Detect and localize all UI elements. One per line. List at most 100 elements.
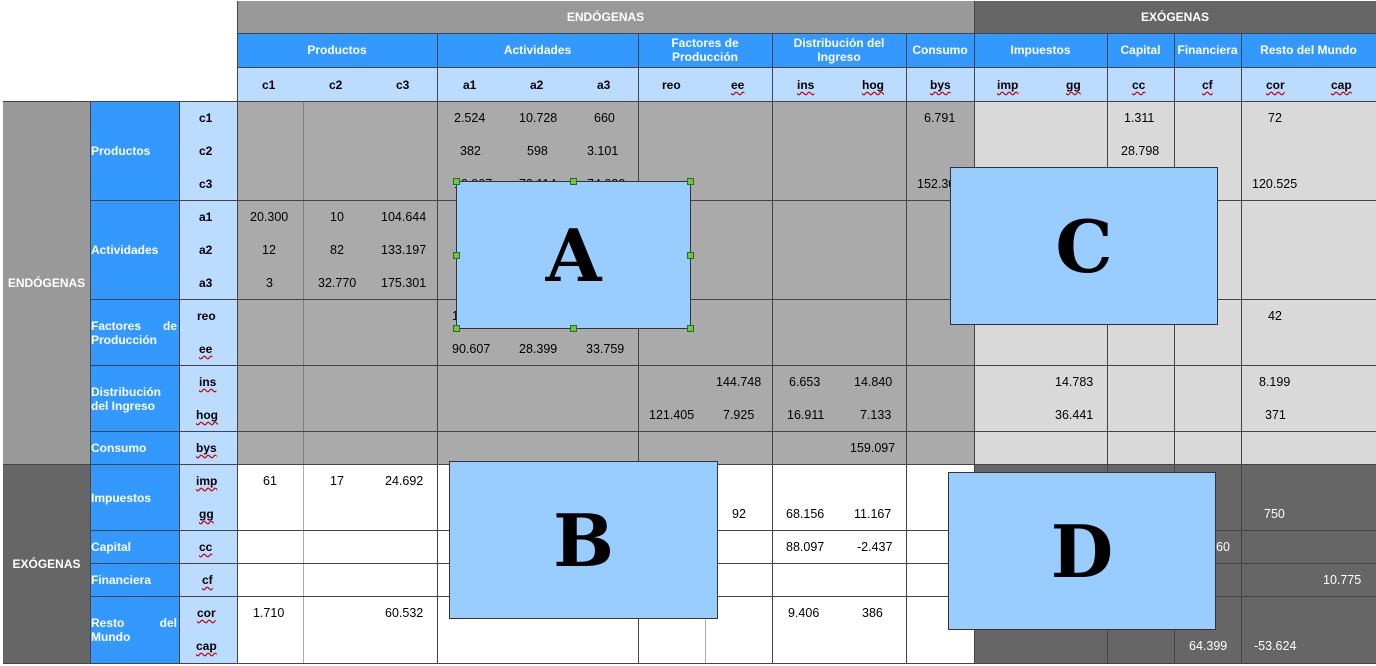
- cell-value: 7.925: [723, 408, 755, 422]
- cell-value: 121.405: [649, 408, 695, 422]
- cell-value: 7.133: [860, 408, 892, 422]
- cell-value: 10.728: [519, 111, 558, 125]
- col-code: ins: [797, 78, 815, 92]
- cell-value: 382: [460, 144, 481, 158]
- cell-value: 42: [1268, 309, 1282, 323]
- cell-value: 371: [1265, 408, 1286, 422]
- cell-value: 386: [862, 606, 883, 620]
- row-code: c1: [199, 111, 213, 125]
- cell-value: 6.653: [789, 375, 821, 389]
- col-code: ee: [731, 78, 745, 92]
- cell-value: 133.197: [381, 243, 427, 257]
- cell-value: 10.775: [1323, 573, 1362, 587]
- row-code: a2: [199, 243, 213, 257]
- row-code: bys: [196, 441, 217, 455]
- cell-value: 2.524: [454, 111, 486, 125]
- row-side-endogenas: ENDÓGENAS: [7, 275, 86, 290]
- cell-value: 104.644: [381, 210, 427, 224]
- row-code: cap: [196, 639, 217, 653]
- col-code: a2: [530, 78, 544, 92]
- resize-handle[interactable]: [453, 325, 460, 332]
- cell-value: 14.840: [854, 375, 893, 389]
- col-group-actividades: Actividades: [503, 43, 572, 57]
- resize-handle[interactable]: [687, 325, 694, 332]
- col-code: cc: [1132, 78, 1146, 92]
- cell-value: 33.759: [586, 342, 625, 356]
- cell-value: 90.607: [452, 342, 491, 356]
- col-code: gg: [1066, 78, 1081, 92]
- row-side-exogenas: EXÓGENAS: [12, 557, 81, 571]
- row-code: hog: [196, 408, 218, 422]
- col-code: cor: [1266, 78, 1285, 92]
- cell-value: 16.911: [787, 408, 825, 422]
- row-group-productos: Productos: [91, 144, 151, 158]
- header-exogenas: EXÓGENAS: [1140, 10, 1209, 24]
- col-group-consumo: Consumo: [912, 43, 968, 57]
- overlay-box-d[interactable]: D: [948, 472, 1216, 630]
- col-code: a3: [597, 78, 611, 92]
- cell-value: 14.783: [1055, 375, 1094, 389]
- overlay-box-b[interactable]: B: [449, 461, 718, 619]
- cell-value: 660: [594, 111, 615, 125]
- resize-handle[interactable]: [570, 325, 577, 332]
- col-group-productos: Productos: [307, 43, 367, 57]
- overlay-label-c: C: [1055, 203, 1113, 289]
- resize-handle[interactable]: [687, 178, 694, 185]
- cell-value: 3.101: [587, 144, 619, 158]
- header-endogenas: ENDÓGENAS: [566, 10, 645, 24]
- col-group-impuestos: Impuestos: [1010, 43, 1071, 57]
- row-code: cor: [197, 606, 216, 620]
- overlay-box-a[interactable]: A: [456, 181, 691, 329]
- col-code: imp: [997, 78, 1019, 92]
- cell-value: 159.097: [850, 441, 896, 455]
- cell-value: -2.437: [857, 540, 893, 554]
- cell-value: 60: [1216, 540, 1230, 554]
- cell-value: 175.301: [381, 276, 427, 290]
- row-code: a1: [199, 210, 213, 224]
- cell-value: 72: [1268, 111, 1282, 125]
- cell-value: 11.167: [854, 507, 892, 521]
- row-group-capital: Capital: [91, 540, 132, 554]
- col-group-resto: Resto del Mundo: [1260, 43, 1357, 57]
- resize-handle[interactable]: [453, 178, 460, 185]
- cell-value: 88.097: [786, 540, 825, 554]
- col-code: a1: [463, 78, 477, 92]
- cell-value: 144.748: [716, 375, 762, 389]
- col-code: hog: [862, 78, 884, 92]
- cell-value: 28.798: [1121, 144, 1160, 158]
- row-group-impuestos: Impuestos: [91, 491, 152, 505]
- col-code: c3: [396, 78, 410, 92]
- cell-value: 92: [732, 507, 746, 521]
- row-code: ee: [199, 342, 213, 356]
- cell-value: 36.441: [1055, 408, 1094, 422]
- cell-value: 120.525: [1252, 177, 1298, 191]
- col-code: bys: [930, 78, 951, 92]
- row-group-financiera: Financiera: [91, 573, 152, 587]
- row-group-resto: Resto del Mundo: [91, 616, 177, 644]
- col-code: cap: [1331, 78, 1352, 92]
- row-code: gg: [199, 507, 214, 521]
- resize-handle[interactable]: [453, 252, 460, 259]
- overlay-label-b: B: [553, 497, 614, 583]
- cell-value: 17: [330, 474, 344, 488]
- resize-handle[interactable]: [687, 252, 694, 259]
- cell-value: 60.532: [385, 606, 424, 620]
- col-code: cf: [1202, 78, 1213, 92]
- cell-value: 24.692: [385, 474, 424, 488]
- resize-handle[interactable]: [570, 178, 577, 185]
- row-code: c2: [199, 144, 213, 158]
- row-code: reo: [197, 309, 216, 323]
- col-code: reo: [662, 78, 681, 92]
- overlay-label-a: A: [545, 212, 602, 298]
- row-code: ins: [199, 375, 217, 389]
- overlay-box-c[interactable]: C: [950, 167, 1218, 325]
- col-group-capital: Capital: [1120, 43, 1161, 57]
- cell-value: -53.624: [1254, 639, 1297, 653]
- cell-value: 28.399: [519, 342, 558, 356]
- col-group-factores: Factores de Producción: [671, 36, 739, 64]
- row-code: c3: [199, 177, 213, 191]
- row-code: a3: [199, 276, 213, 290]
- overlay-label-d: D: [1050, 508, 1114, 594]
- row-code: imp: [196, 474, 218, 488]
- cell-value: 598: [527, 144, 548, 158]
